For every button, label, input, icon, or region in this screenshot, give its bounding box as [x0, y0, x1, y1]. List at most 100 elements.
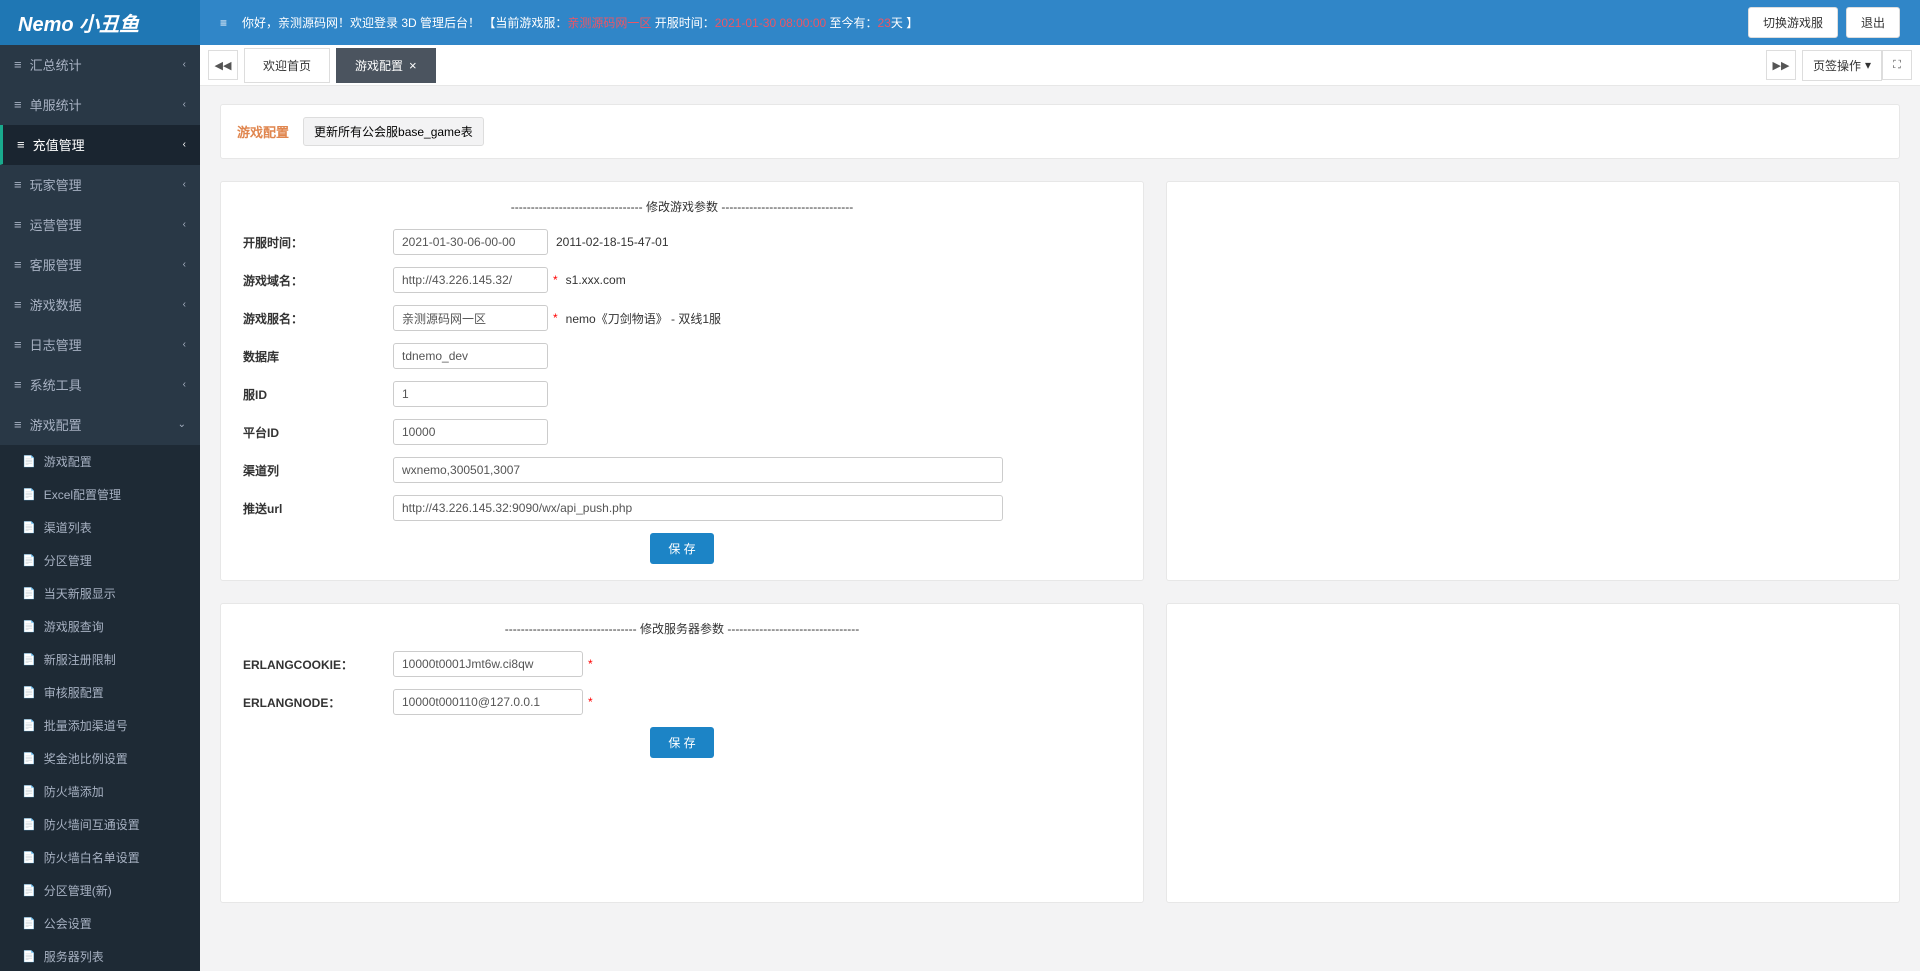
doc-icon: 📄 [22, 521, 36, 534]
open-time-input[interactable] [393, 229, 548, 255]
bars-icon: ≡ [17, 137, 25, 152]
sub-bonus[interactable]: 📄奖金池比例设置 [0, 742, 200, 775]
chevron-left-icon: ‹ [183, 99, 186, 110]
game-params-panel: --------------------------------- 修改游戏参数… [220, 181, 1144, 581]
tab-operations[interactable]: 页签操作▾ [1802, 50, 1882, 81]
doc-icon: 📄 [22, 752, 36, 765]
sub-fwwhite[interactable]: 📄防火墙白名单设置 [0, 841, 200, 874]
tabs-bar: ◀◀ 欢迎首页 游戏配置× ▶▶ 页签操作▾ ⛶ [200, 45, 1920, 86]
sub-newserver[interactable]: 📄当天新服显示 [0, 577, 200, 610]
open-time-label: 开服时间： [243, 234, 393, 251]
push-input[interactable] [393, 495, 1003, 521]
channel-input[interactable] [393, 457, 1003, 483]
close-icon[interactable]: × [409, 58, 417, 73]
empty-panel [1166, 181, 1900, 581]
save-server-button[interactable]: 保 存 [650, 727, 713, 758]
push-label: 推送url [243, 500, 393, 517]
days-count: 23 [878, 16, 891, 30]
tab-gameconfig[interactable]: 游戏配置× [336, 48, 436, 83]
sub-fwadd[interactable]: 📄防火墙添加 [0, 775, 200, 808]
doc-icon: 📄 [22, 785, 36, 798]
menu-toggle-icon[interactable]: ≡ [220, 16, 227, 30]
bars-icon: ≡ [14, 57, 22, 72]
logout-button[interactable]: 退出 [1846, 7, 1900, 38]
sub-audit[interactable]: 📄审核服配置 [0, 676, 200, 709]
nav-player[interactable]: ≡玩家管理‹ [0, 165, 200, 205]
topbar-message: 你好，亲测源码网！欢迎登录 3D 管理后台！ 【当前游戏服：亲测源码网一区 开服… [242, 14, 1740, 31]
nav-single[interactable]: ≡单服统计‹ [0, 85, 200, 125]
node-input[interactable] [393, 689, 583, 715]
empty-panel-2 [1166, 603, 1900, 903]
doc-icon: 📄 [22, 950, 36, 963]
nav-cs[interactable]: ≡客服管理‹ [0, 245, 200, 285]
sub-serverquery[interactable]: 📄游戏服查询 [0, 610, 200, 643]
bars-icon: ≡ [14, 337, 22, 352]
node-label: ERLANGNODE： [243, 694, 393, 711]
cookie-label: ERLANGCOOKIE： [243, 656, 393, 673]
doc-icon: 📄 [22, 455, 36, 468]
nav-gameconfig[interactable]: ≡游戏配置⌄ [0, 405, 200, 445]
bars-icon: ≡ [14, 297, 22, 312]
switch-server-button[interactable]: 切换游戏服 [1748, 7, 1838, 38]
nav-gameconfig-sub: 📄游戏配置 📄Excel配置管理 📄渠道列表 📄分区管理 📄当天新服显示 📄游戏… [0, 445, 200, 971]
chevron-down-icon: ⌄ [178, 419, 186, 430]
sub-zone[interactable]: 📄分区管理 [0, 544, 200, 577]
doc-icon: 📄 [22, 488, 36, 501]
nav-log[interactable]: ≡日志管理‹ [0, 325, 200, 365]
chevron-left-icon: ‹ [183, 259, 186, 270]
sub-fwinter[interactable]: 📄防火墙间互通设置 [0, 808, 200, 841]
caret-down-icon: ▾ [1865, 58, 1871, 72]
nav-summary[interactable]: ≡汇总统计‹ [0, 45, 200, 85]
chevron-left-icon: ‹ [183, 179, 186, 190]
sid-input[interactable] [393, 381, 548, 407]
sub-excel[interactable]: 📄Excel配置管理 [0, 478, 200, 511]
db-input[interactable] [393, 343, 548, 369]
bars-icon: ≡ [14, 177, 22, 192]
bars-icon: ≡ [14, 377, 22, 392]
sub-channel[interactable]: 📄渠道列表 [0, 511, 200, 544]
cookie-input[interactable] [393, 651, 583, 677]
open-time-hint: 2011-02-18-15-47-01 [556, 235, 669, 249]
nav-gamedata[interactable]: ≡游戏数据‹ [0, 285, 200, 325]
chevron-left-icon: ‹ [183, 139, 186, 150]
domain-label: 游戏域名： [243, 272, 393, 289]
pid-label: 平台ID [243, 424, 393, 441]
pid-input[interactable] [393, 419, 548, 445]
doc-icon: 📄 [22, 587, 36, 600]
sub-gameconfig[interactable]: 📄游戏配置 [0, 445, 200, 478]
server-input[interactable] [393, 305, 548, 331]
required-star: * [588, 695, 593, 709]
update-guild-button[interactable]: 更新所有公会服base_game表 [303, 117, 484, 146]
doc-icon: 📄 [22, 818, 36, 831]
sid-label: 服ID [243, 386, 393, 403]
bars-icon: ≡ [14, 257, 22, 272]
sub-serverlist[interactable]: 📄服务器列表 [0, 940, 200, 971]
panel-title: --------------------------------- 修改游戏参数… [243, 198, 1121, 215]
server-label: 游戏服名： [243, 310, 393, 327]
server-hint: nemo《刀剑物语》 - 双线1服 [566, 310, 721, 327]
db-label: 数据库 [243, 348, 393, 365]
domain-input[interactable] [393, 267, 548, 293]
bars-icon: ≡ [14, 97, 22, 112]
chevron-left-icon: ‹ [183, 339, 186, 350]
nav-ops[interactable]: ≡运营管理‹ [0, 205, 200, 245]
current-server: 亲测源码网一区 [567, 16, 651, 30]
required-star: * [588, 657, 593, 671]
tab-home[interactable]: 欢迎首页 [244, 48, 330, 83]
sub-guild[interactable]: 📄公会设置 [0, 907, 200, 940]
doc-icon: 📄 [22, 851, 36, 864]
channel-label: 渠道列 [243, 462, 393, 479]
tabs-scroll-left[interactable]: ◀◀ [208, 50, 238, 80]
save-game-button[interactable]: 保 存 [650, 533, 713, 564]
nav-tools[interactable]: ≡系统工具‹ [0, 365, 200, 405]
doc-icon: 📄 [22, 917, 36, 930]
sub-batchchannel[interactable]: 📄批量添加渠道号 [0, 709, 200, 742]
sub-zonenew[interactable]: 📄分区管理(新) [0, 874, 200, 907]
tabs-scroll-right[interactable]: ▶▶ [1766, 50, 1796, 80]
sub-reglimit[interactable]: 📄新服注册限制 [0, 643, 200, 676]
doc-icon: 📄 [22, 653, 36, 666]
page-title: 游戏配置 [237, 122, 289, 141]
fullscreen-button[interactable]: ⛶ [1882, 50, 1912, 80]
sidebar-nav: ≡汇总统计‹ ≡单服统计‹ ≡充值管理‹ ≡玩家管理‹ ≡运营管理‹ ≡客服管理… [0, 45, 200, 971]
nav-recharge[interactable]: ≡充值管理‹ [0, 125, 200, 165]
